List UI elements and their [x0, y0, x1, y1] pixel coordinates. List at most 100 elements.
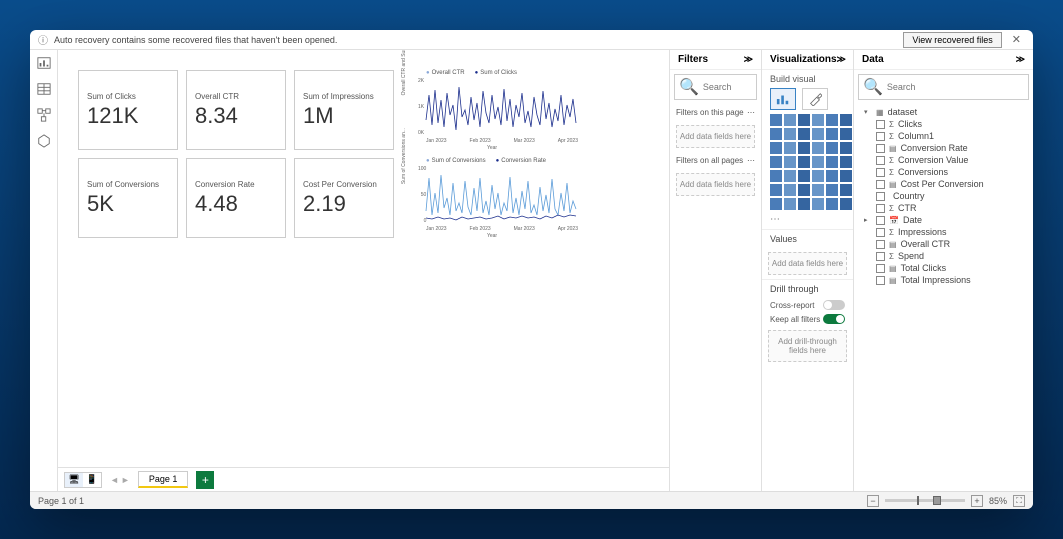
viz-type-icon[interactable]	[798, 198, 810, 210]
field-checkbox[interactable]	[876, 180, 885, 189]
format-visual-tab[interactable]	[802, 88, 828, 110]
field-checkbox[interactable]	[876, 204, 885, 213]
viz-type-icon[interactable]	[826, 156, 838, 168]
field-item[interactable]: ΣConversions	[876, 166, 1027, 178]
collapse-icon[interactable]: ≫	[1016, 54, 1025, 65]
viz-type-icon[interactable]	[784, 184, 796, 196]
filters-search[interactable]: 🔍	[674, 74, 757, 100]
field-checkbox[interactable]	[876, 120, 885, 129]
viz-type-icon[interactable]	[840, 156, 852, 168]
field-item[interactable]: ▤Cost Per Conversion	[876, 178, 1027, 190]
zoom-out-icon[interactable]: −	[867, 495, 879, 507]
mobile-layout-icon[interactable]: 📱	[83, 473, 101, 487]
field-checkbox[interactable]	[876, 156, 885, 165]
viz-type-icon[interactable]	[784, 128, 796, 140]
field-item[interactable]: Country	[876, 190, 1027, 202]
field-item[interactable]: ▤Overall CTR	[876, 238, 1027, 250]
field-checkbox[interactable]	[876, 264, 885, 273]
viz-type-icon[interactable]	[812, 114, 824, 126]
build-visual-tab[interactable]	[770, 88, 796, 110]
field-item[interactable]: ▤Conversion Rate	[876, 142, 1027, 154]
field-item[interactable]: ▤Total Impressions	[876, 274, 1027, 286]
viz-type-icon[interactable]	[826, 170, 838, 182]
viz-type-icon[interactable]	[812, 198, 824, 210]
chart-conversions-rate[interactable]: Sum of Conversions Conversion Rate Sum o…	[402, 158, 582, 238]
data-search-input[interactable]	[887, 82, 1024, 92]
viz-type-icon[interactable]	[798, 128, 810, 140]
viz-type-icon[interactable]	[840, 170, 852, 182]
model-view-icon[interactable]	[37, 108, 51, 122]
viz-type-icon[interactable]	[826, 114, 838, 126]
field-checkbox[interactable]	[876, 192, 885, 201]
dax-view-icon[interactable]	[37, 134, 51, 148]
field-item[interactable]: ΣColumn1	[876, 130, 1027, 142]
viz-type-icon[interactable]	[770, 198, 782, 210]
viz-type-icon[interactable]	[826, 198, 838, 210]
viz-type-icon[interactable]	[770, 170, 782, 182]
zoom-slider[interactable]	[885, 499, 965, 502]
collapse-icon[interactable]: ≫	[837, 54, 846, 65]
more-icon[interactable]: ⋯	[747, 156, 755, 165]
card-sum-clicks[interactable]: Sum of Clicks 121K	[78, 70, 178, 150]
next-page-icon[interactable]: ►	[121, 475, 130, 485]
keep-filters-toggle[interactable]	[823, 314, 845, 324]
filters-page-drop[interactable]: Add data fields here	[676, 125, 755, 148]
report-view-icon[interactable]	[37, 56, 51, 70]
cross-report-toggle[interactable]	[823, 300, 845, 310]
viz-type-icon[interactable]	[798, 142, 810, 154]
field-checkbox[interactable]	[876, 216, 885, 225]
viz-type-icon[interactable]	[826, 128, 838, 140]
viz-type-icon[interactable]	[826, 142, 838, 154]
field-item[interactable]: ΣSpend	[876, 250, 1027, 262]
field-checkbox[interactable]	[876, 240, 885, 249]
more-viz-icon[interactable]: ⋯	[762, 214, 853, 229]
viz-type-icon[interactable]	[784, 170, 796, 182]
collapse-icon[interactable]: ≫	[744, 54, 753, 65]
viz-type-icon[interactable]	[770, 128, 782, 140]
viz-type-icon[interactable]	[784, 114, 796, 126]
desktop-layout-icon[interactable]: 🖥	[65, 473, 83, 487]
more-icon[interactable]: ⋯	[747, 108, 755, 117]
viz-type-icon[interactable]	[812, 142, 824, 154]
card-overall-ctr[interactable]: Overall CTR 8.34	[186, 70, 286, 150]
viz-type-icon[interactable]	[826, 184, 838, 196]
field-checkbox[interactable]	[876, 228, 885, 237]
field-checkbox[interactable]	[876, 252, 885, 261]
fit-page-icon[interactable]: ⛶	[1013, 495, 1025, 507]
viz-type-icon[interactable]	[840, 184, 852, 196]
card-sum-impressions[interactable]: Sum of Impressions 1M	[294, 70, 394, 150]
viz-type-icon[interactable]	[770, 114, 782, 126]
viz-type-icon[interactable]	[840, 114, 852, 126]
viz-type-icon[interactable]	[812, 170, 824, 182]
filters-all-drop[interactable]: Add data fields here	[676, 173, 755, 196]
data-view-icon[interactable]	[37, 82, 51, 96]
card-conversion-rate[interactable]: Conversion Rate 4.48	[186, 158, 286, 238]
field-item[interactable]: ΣImpressions	[876, 226, 1027, 238]
field-checkbox[interactable]	[876, 168, 885, 177]
page-tab[interactable]: Page 1	[138, 471, 189, 488]
field-item[interactable]: ΣClicks	[876, 118, 1027, 130]
drill-drop[interactable]: Add drill-through fields here	[768, 330, 847, 362]
field-checkbox[interactable]	[876, 132, 885, 141]
field-item[interactable]: ▤Total Clicks	[876, 262, 1027, 274]
field-item[interactable]: ΣConversion Value	[876, 154, 1027, 166]
close-banner-icon[interactable]: ✕	[1008, 33, 1025, 46]
add-page-button[interactable]: +	[196, 471, 214, 489]
viz-type-icon[interactable]	[770, 184, 782, 196]
viz-type-icon[interactable]	[840, 198, 852, 210]
filters-search-input[interactable]	[703, 82, 752, 92]
viz-type-icon[interactable]	[812, 184, 824, 196]
data-search[interactable]: 🔍	[858, 74, 1029, 100]
view-recovered-button[interactable]: View recovered files	[903, 32, 1001, 48]
field-item[interactable]: ΣCTR	[876, 202, 1027, 214]
field-checkbox[interactable]	[876, 144, 885, 153]
viz-type-icon[interactable]	[840, 142, 852, 154]
viz-type-icon[interactable]	[798, 170, 810, 182]
viz-type-icon[interactable]	[784, 156, 796, 168]
viz-type-icon[interactable]	[784, 142, 796, 154]
viz-type-icon[interactable]	[770, 142, 782, 154]
viz-type-icon[interactable]	[798, 156, 810, 168]
card-cost-per-conversion[interactable]: Cost Per Conversion 2.19	[294, 158, 394, 238]
field-item[interactable]: ▸📅Date	[876, 214, 1027, 226]
viz-type-icon[interactable]	[770, 156, 782, 168]
